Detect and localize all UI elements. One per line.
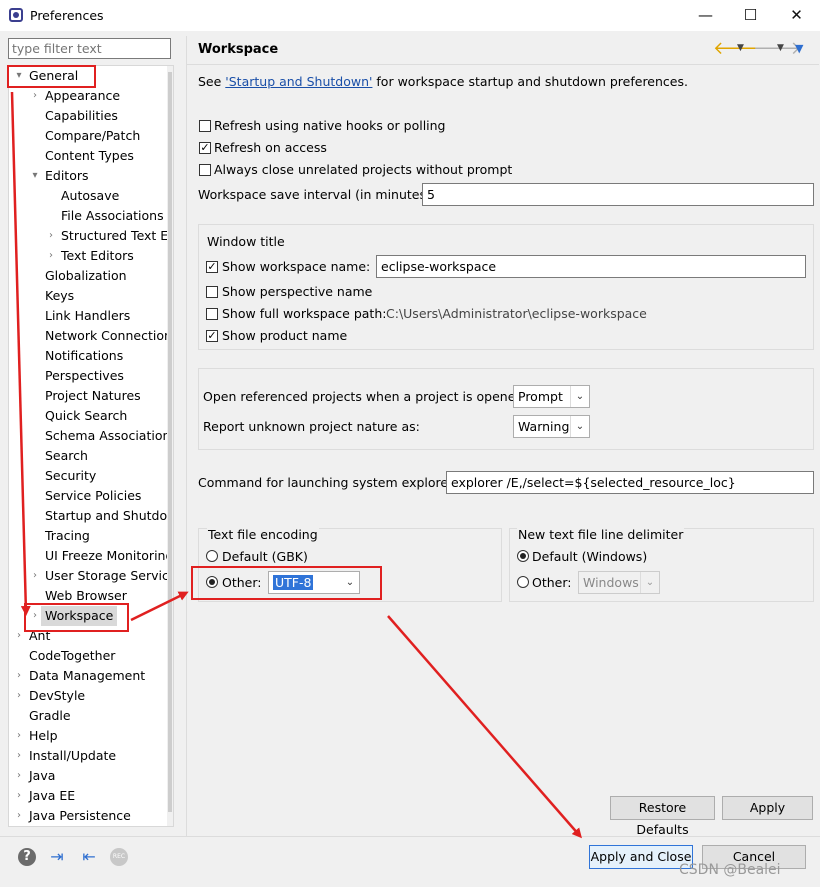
- annotation-arrows: [10, 91, 582, 839]
- arrow-general-to-workspace: [10, 91, 31, 616]
- arrow-encoding-to-apply: [387, 615, 582, 839]
- arrow-workspace-to-encoding: [130, 591, 189, 622]
